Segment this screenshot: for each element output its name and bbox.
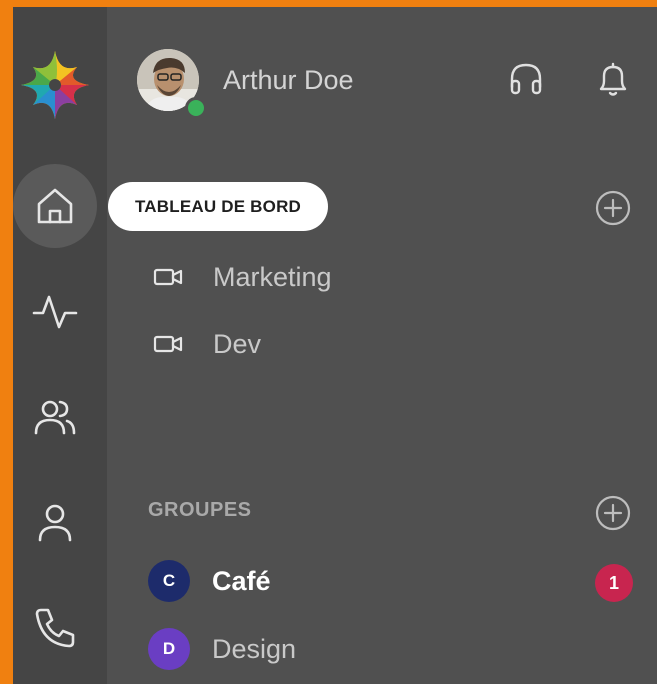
dashboard-tooltip: TABLEAU DE BORD [108,182,328,231]
room-name: Marketing [213,261,332,292]
group-item-cafe[interactable]: C Café [148,559,271,603]
room-item-dev[interactable]: Dev [153,324,261,364]
add-group-button[interactable] [593,493,633,533]
plus-circle-icon [595,190,631,226]
plus-circle-icon [595,495,631,531]
groups-section-title: GROUPES [148,499,252,521]
phone-icon [35,608,75,648]
headset-button[interactable] [506,59,546,99]
notifications-button[interactable] [593,59,633,99]
online-status-dot [185,97,207,119]
nav-rail [13,7,107,684]
nav-activity-button[interactable] [13,269,97,353]
group-name: Café [212,565,271,596]
bell-icon [599,62,627,96]
nav-dashboard-button[interactable] [13,164,97,248]
video-icon [153,268,183,286]
room-item-marketing[interactable]: Marketing [153,257,332,297]
group-name: Design [212,633,297,664]
users-icon [34,400,76,435]
nav-profile-button[interactable] [13,481,97,565]
group-item-design[interactable]: D Design [148,627,296,671]
unread-badge: 1 [595,564,633,602]
nav-calls-button[interactable] [13,586,97,670]
group-avatar: D [148,628,190,670]
activity-icon [32,295,78,329]
group-avatar: C [148,560,190,602]
user-name: Arthur Doe [223,65,354,95]
app-logo[interactable] [17,47,93,123]
video-icon [153,335,183,353]
app-window: Arthur Doe TABLEAU DE BORD Marketing Dev… [13,7,657,684]
headphones-icon [510,63,542,95]
room-name: Dev [213,328,262,359]
nav-contacts-button[interactable] [13,375,97,459]
user-icon [38,504,72,542]
add-room-button[interactable] [593,188,633,228]
home-icon [37,188,73,224]
